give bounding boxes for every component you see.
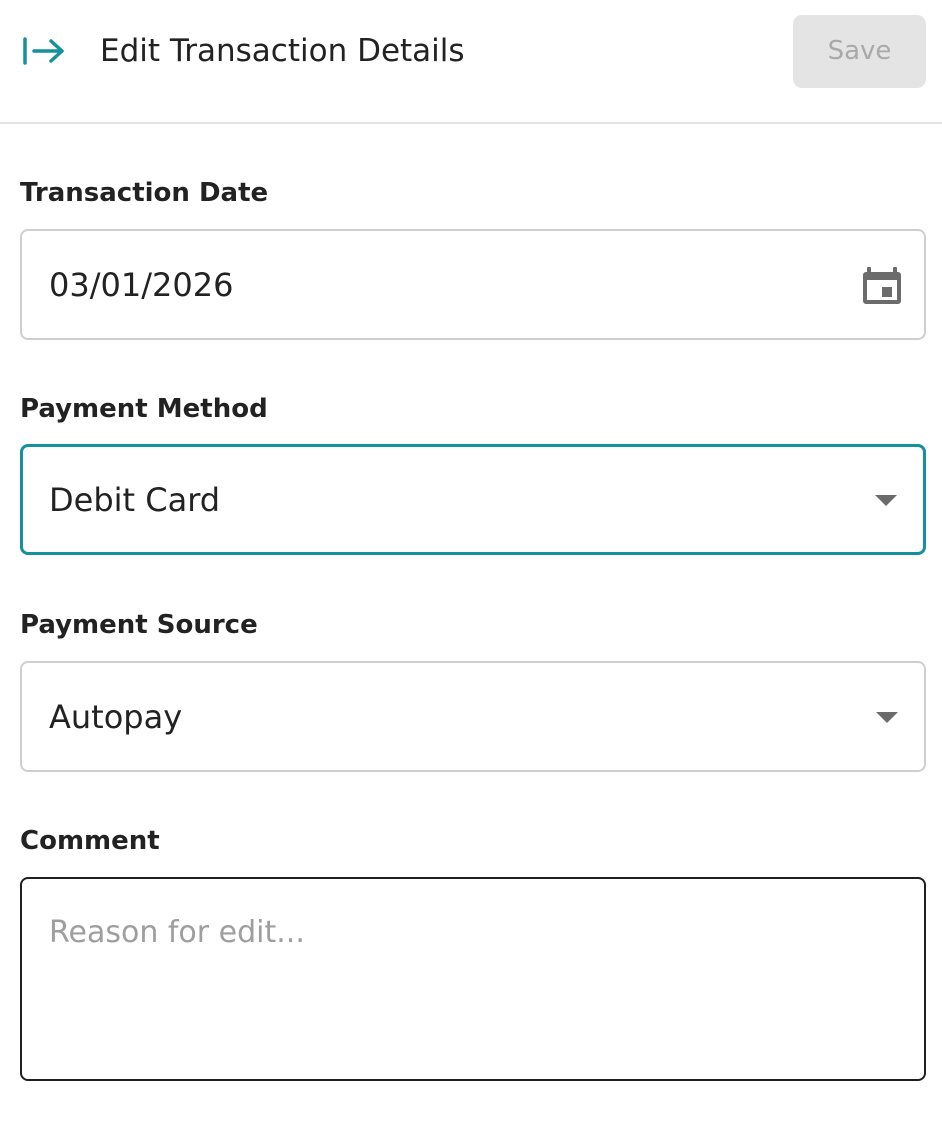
comment-label: Comment [20, 826, 160, 856]
payment-source-label: Payment Source [20, 610, 258, 640]
caret-down-icon [876, 711, 898, 723]
arrow-right-to-bar-icon [23, 37, 64, 65]
payment-method-select[interactable]: Debit Card [20, 444, 926, 555]
payment-method-label: Payment Method [20, 394, 268, 424]
comment-field[interactable] [20, 877, 926, 1081]
page-title: Edit Transaction Details [100, 33, 465, 69]
panel-header: Edit Transaction Details Save [0, 0, 942, 124]
transaction-date-field[interactable]: 03/01/2026 [20, 229, 926, 340]
calendar-icon[interactable] [863, 265, 901, 305]
payment-method-value: Debit Card [49, 480, 221, 519]
save-button[interactable]: Save [793, 15, 926, 88]
payment-source-select[interactable]: Autopay [20, 661, 926, 772]
payment-source-value: Autopay [49, 697, 183, 736]
caret-down-icon [875, 494, 897, 506]
transaction-date-value: 03/01/2026 [49, 265, 234, 304]
collapse-panel-button[interactable] [22, 34, 66, 68]
transaction-date-label: Transaction Date [20, 178, 269, 208]
